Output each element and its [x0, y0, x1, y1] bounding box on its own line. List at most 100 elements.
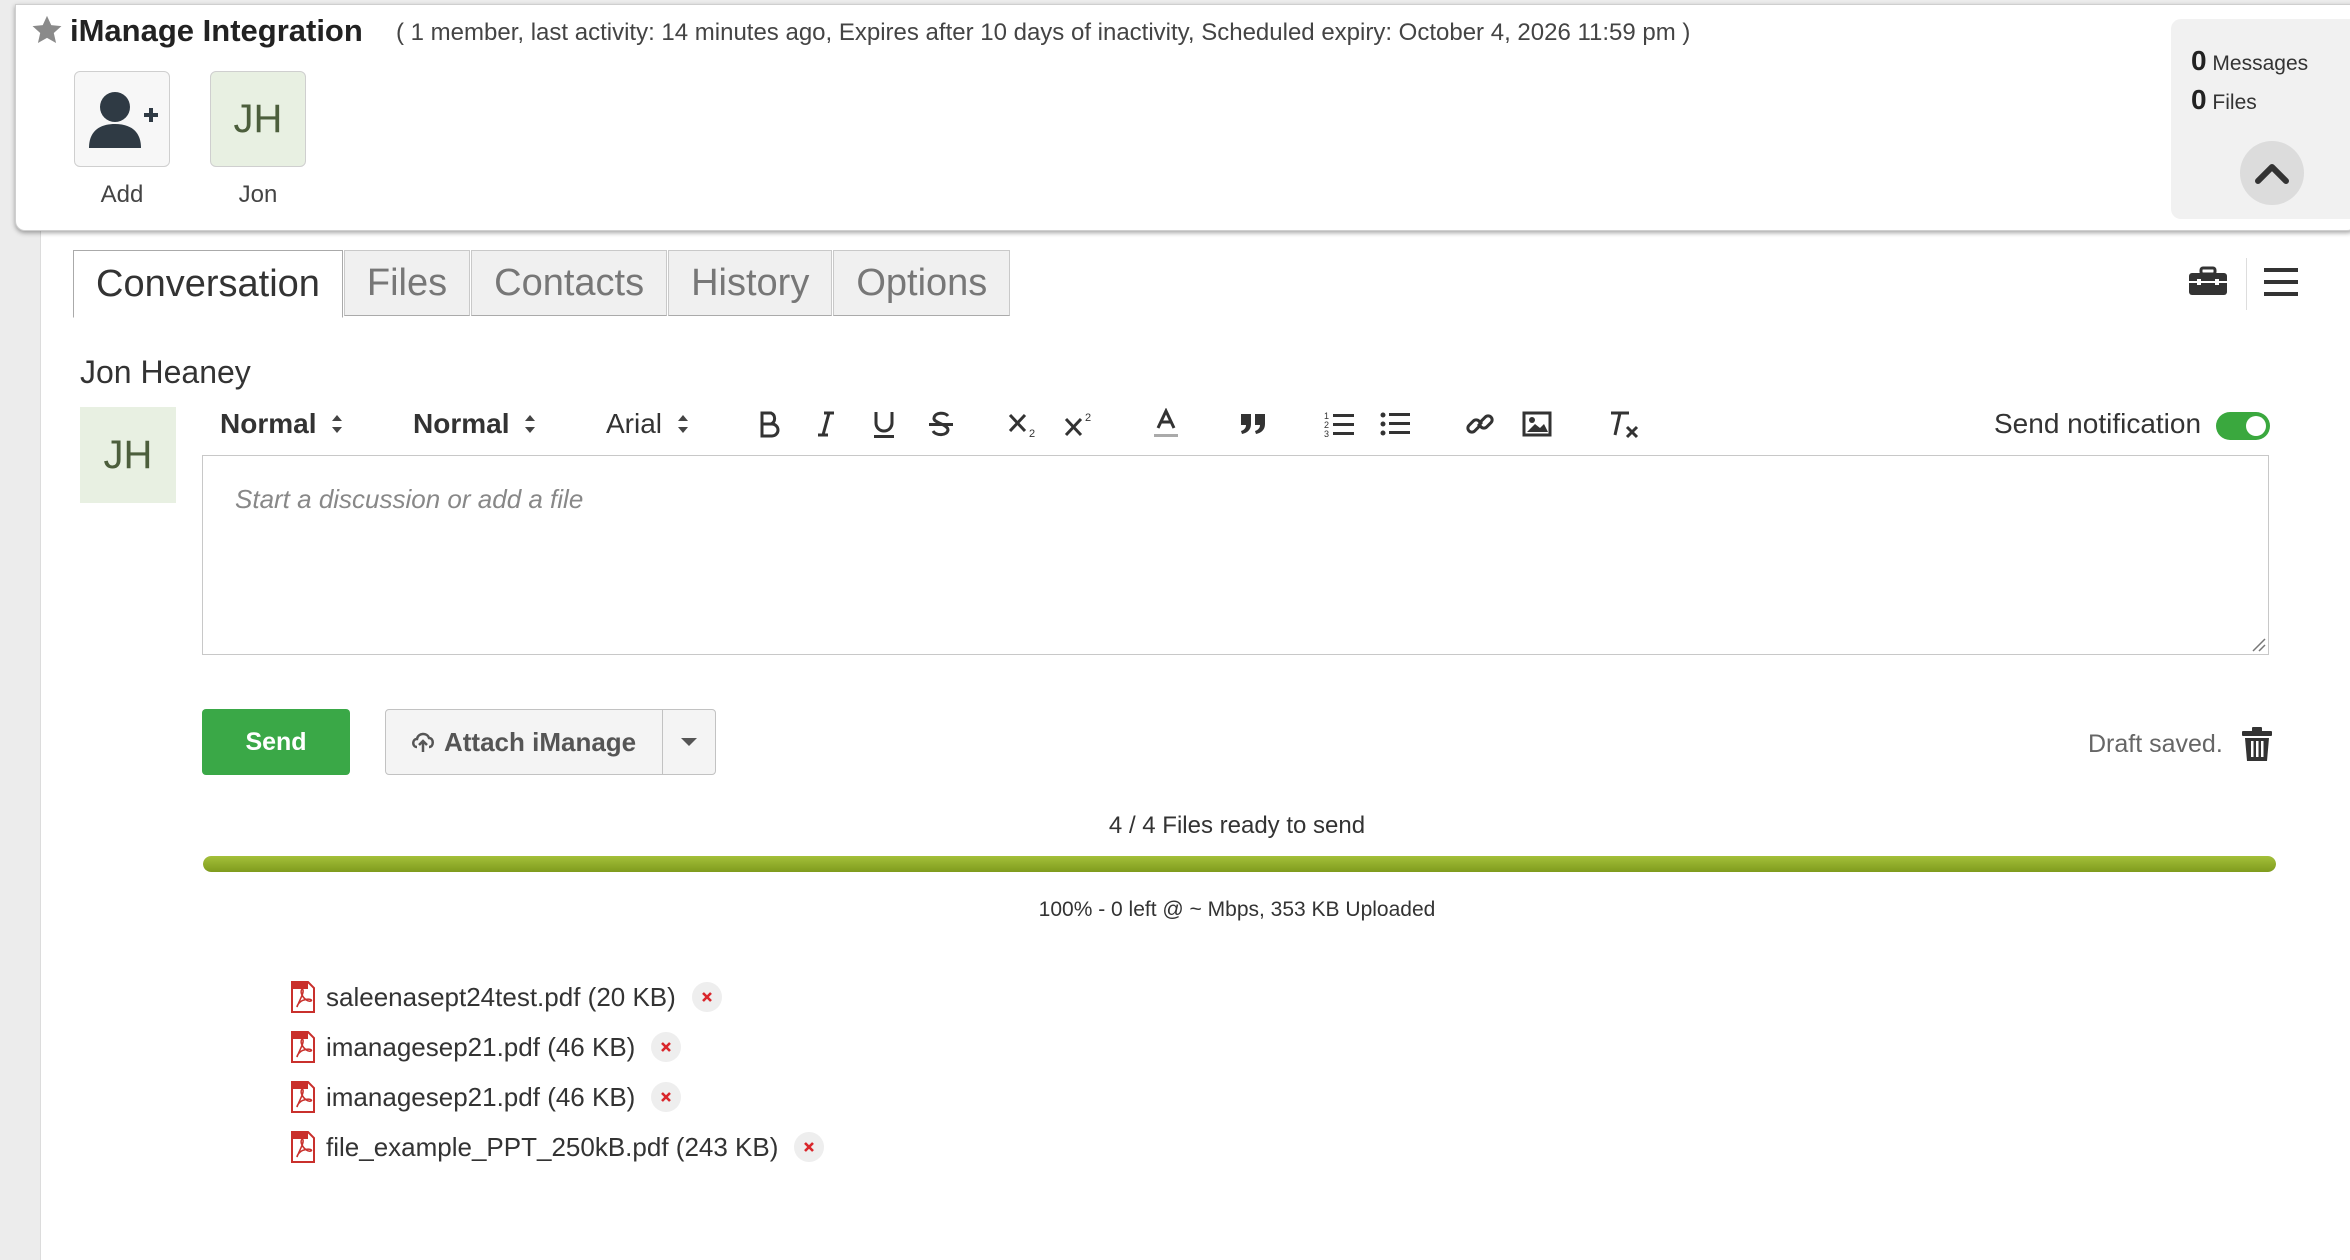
file-size: (20 KB)	[587, 981, 676, 1012]
remove-file-button[interactable]	[691, 982, 722, 1012]
font-value: Arial	[606, 408, 663, 439]
messages-stat: 0 Messages	[2191, 45, 2308, 77]
room-stats: 0 Messages 0 Files	[2171, 19, 2350, 219]
bullet-list-icon	[1380, 412, 1410, 436]
remove-file-button[interactable]	[651, 1082, 682, 1112]
star-icon[interactable]	[30, 13, 64, 47]
sort-arrows-icon	[332, 415, 343, 433]
remove-file-button[interactable]	[794, 1132, 825, 1162]
text-color-button[interactable]	[1146, 404, 1186, 444]
add-member-button[interactable]	[74, 71, 170, 167]
image-icon	[1522, 411, 1552, 437]
files-stat: 0 Files	[2191, 84, 2257, 116]
hamburger-menu-icon[interactable]	[2264, 268, 2298, 301]
remove-file-button[interactable]	[651, 1032, 682, 1062]
tab-contacts[interactable]: Contacts	[471, 250, 668, 316]
tab-options[interactable]: Options	[833, 250, 1011, 316]
tab-files[interactable]: Files	[343, 250, 471, 316]
file-name: file_example_PPT_250kB.pdf	[326, 1131, 669, 1162]
attach-imanage-label: Attach iManage	[444, 726, 637, 757]
upload-detail: 100% - 0 left @ ~ Mbps, 353 KB Uploaded	[1038, 898, 1436, 921]
room-meta: ( 1 member, last activity: 14 minutes ag…	[396, 19, 1691, 46]
link-icon	[1466, 414, 1494, 434]
editor-placeholder: Start a discussion or add a file	[235, 484, 584, 514]
toolbar-divider	[2246, 258, 2247, 310]
file-item: saleenasept24test.pdf (20 KB)	[290, 972, 824, 1022]
strikethrough-button[interactable]	[921, 404, 961, 444]
strikethrough-icon	[929, 411, 953, 437]
upload-progress-bar	[203, 856, 2276, 872]
file-item: imanagesep21.pdf (46 KB)	[290, 1072, 824, 1122]
tab-history[interactable]: History	[668, 250, 833, 316]
clear-format-button[interactable]	[1604, 404, 1644, 444]
superscript-icon: 2	[1064, 412, 1091, 437]
bullet-list-button[interactable]	[1375, 404, 1415, 444]
collapse-header-button[interactable]	[2240, 141, 2304, 205]
files-label: Files	[2212, 91, 2257, 114]
file-size: (243 KB)	[675, 1131, 779, 1162]
sender-name: Jon Heaney	[80, 354, 251, 390]
file-size: (46 KB)	[547, 1031, 636, 1062]
subscript-button[interactable]: 2	[1004, 404, 1044, 444]
svg-text:2: 2	[1029, 428, 1035, 439]
svg-text:3: 3	[1324, 429, 1329, 438]
cloud-upload-icon	[412, 732, 434, 752]
font-select[interactable]: Arial	[606, 408, 690, 440]
sort-arrows-icon	[678, 415, 689, 433]
close-icon	[701, 992, 712, 1002]
member-avatar-jon[interactable]: JH	[210, 71, 306, 167]
file-item: file_example_PPT_250kB.pdf (243 KB)	[290, 1122, 825, 1172]
block-format-select[interactable]: Normal	[220, 408, 344, 440]
tab-conversation[interactable]: Conversation	[73, 250, 343, 318]
sender-avatar: JH	[80, 407, 176, 503]
send-button[interactable]: Send	[202, 709, 350, 775]
draft-status: Draft saved.	[2088, 730, 2223, 758]
attach-imanage-button[interactable]: Attach iManage	[385, 709, 663, 775]
room-title: iManage Integration	[70, 13, 363, 48]
pdf-file-icon	[291, 1081, 315, 1113]
block-format-value: Normal	[220, 408, 317, 439]
pdf-file-icon	[291, 1131, 315, 1163]
toggle-knob	[2246, 416, 2266, 436]
room-header: iManage Integration ( 1 member, last act…	[15, 4, 2350, 231]
size-format-select[interactable]: Normal	[413, 408, 537, 440]
ordered-list-button[interactable]: 123	[1319, 404, 1359, 444]
file-name: imanagesep21.pdf	[326, 1081, 540, 1112]
italic-button[interactable]	[806, 404, 846, 444]
text-color-icon	[1154, 408, 1178, 437]
editor-toolbar: Normal Normal Arial 2 2 123 Send notific…	[202, 400, 2272, 450]
messages-count: 0	[2191, 45, 2207, 76]
superscript-button[interactable]: 2	[1060, 404, 1100, 444]
add-member-label: Add	[100, 181, 144, 208]
send-notification-toggle[interactable]	[2216, 412, 2270, 440]
pdf-file-icon	[291, 981, 315, 1013]
pdf-file-icon	[291, 1031, 315, 1063]
message-editor[interactable]: Start a discussion or add a file	[202, 455, 2269, 655]
size-format-value: Normal	[413, 408, 510, 439]
messages-label: Messages	[2212, 52, 2309, 75]
add-user-icon	[89, 92, 158, 148]
italic-icon	[818, 411, 834, 437]
close-icon	[661, 1042, 672, 1052]
upload-progress-fill	[203, 856, 2276, 872]
upload-status: 4 / 4 Files ready to send	[1108, 812, 1366, 839]
close-icon	[661, 1092, 672, 1102]
insert-image-button[interactable]	[1517, 404, 1557, 444]
blockquote-button[interactable]	[1233, 404, 1273, 444]
resize-grip-icon[interactable]	[2250, 636, 2266, 652]
trash-icon[interactable]	[2241, 726, 2273, 767]
insert-link-button[interactable]	[1460, 404, 1500, 444]
attach-options-dropdown[interactable]	[662, 709, 716, 775]
svg-text:2: 2	[1085, 412, 1091, 424]
close-icon	[804, 1142, 815, 1152]
underline-icon	[874, 412, 894, 438]
bold-icon	[760, 411, 780, 438]
file-name: imanagesep21.pdf	[326, 1031, 540, 1062]
bold-button[interactable]	[750, 404, 790, 444]
toolbox-icon[interactable]	[2188, 266, 2228, 301]
file-name: saleenasept24test.pdf	[326, 981, 581, 1012]
underline-button[interactable]	[864, 404, 904, 444]
caret-down-icon	[681, 738, 697, 746]
chevron-up-icon	[2255, 164, 2289, 184]
file-item: imanagesep21.pdf (46 KB)	[290, 1022, 824, 1072]
